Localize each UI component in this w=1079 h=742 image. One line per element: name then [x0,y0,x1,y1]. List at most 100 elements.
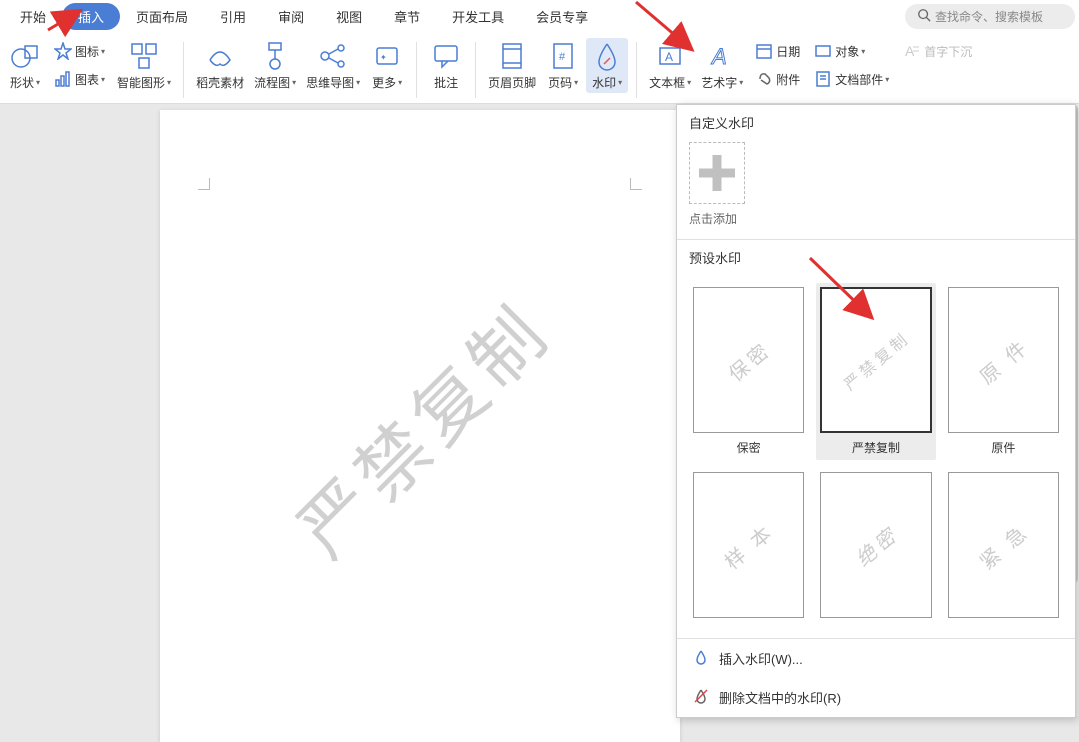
preset-label-0: 保密 [737,439,761,456]
object-icon [814,42,832,60]
add-watermark-label: 点击添加 [689,210,737,227]
flowchart-label: 流程图 [254,74,296,91]
preset-item-2[interactable]: 原 件 原件 [944,283,1063,460]
mindmap-icon [317,40,349,72]
custom-watermark-title: 自定义水印 [677,105,1075,138]
art-text-icon: A [706,40,738,72]
preset-label-1: 严禁复制 [852,439,900,456]
date-label: 日期 [776,43,800,60]
drop-cap-icon: A [903,42,921,60]
shape-label: 形状 [10,74,40,91]
insert-watermark-icon [693,649,709,668]
insert-watermark-label: 插入水印(W)... [719,649,803,668]
daoke-icon [204,40,236,72]
star-icon [54,42,72,60]
preset-item-5[interactable]: 紧 急 [944,468,1063,628]
tab-section[interactable]: 章节 [378,3,436,30]
watermark-dropdown: 自定义水印 点击添加 预设水印 保密 保密 严禁复制 严禁复制 原 件 原件 样… [676,104,1076,718]
daoke-button[interactable]: 稻壳素材 [192,38,248,93]
icon-button[interactable]: 图标 [48,38,111,64]
tabs-row: 开始 插入 页面布局 引用 审阅 视图 章节 开发工具 会员专享 查找命令、搜索… [0,0,1079,32]
preset-watermark-title: 预设水印 [677,240,1075,273]
document-watermark: 严禁复制 [270,276,571,577]
tab-review[interactable]: 审阅 [262,3,320,30]
daoke-label: 稻壳素材 [196,74,244,91]
remove-watermark-action[interactable]: 删除文档中的水印(R) [677,678,1075,717]
preset-item-3[interactable]: 样 本 [689,468,808,628]
search-box[interactable]: 查找命令、搜索模板 [905,4,1075,29]
tab-insert[interactable]: 插入 [62,3,120,30]
tab-member[interactable]: 会员专享 [520,3,604,30]
shape-icon [9,40,41,72]
more-icon: ✦ [371,40,403,72]
tab-view[interactable]: 视图 [320,3,378,30]
attachment-label: 附件 [776,71,800,88]
chart-icon [54,70,72,88]
tab-start[interactable]: 开始 [4,3,62,30]
watermark-icon [591,40,623,72]
tab-page-layout[interactable]: 页面布局 [120,3,204,30]
shape-button[interactable]: 形状 [4,38,46,93]
preset-item-4[interactable]: 绝密 [816,468,935,628]
page-number-label: 页码 [548,74,578,91]
icon-label: 图标 [75,43,105,60]
page-number-icon: # [547,40,579,72]
date-icon [755,42,773,60]
attachment-button[interactable]: 附件 [749,66,806,92]
drop-cap-button[interactable]: A 首字下沉 [897,38,978,64]
svg-text:✦: ✦ [380,53,387,62]
art-text-label: 艺术字 [701,74,743,91]
textbox-button[interactable]: A 文本框 [645,38,695,93]
page-number-button[interactable]: # 页码 [542,38,584,93]
smart-shape-icon [128,40,160,72]
preset-item-1[interactable]: 严禁复制 严禁复制 [816,283,935,460]
add-watermark-box[interactable] [689,142,745,204]
document-page[interactable]: 严禁复制 [160,110,680,742]
watermark-button[interactable]: 水印 [586,38,628,93]
header-footer-icon [496,40,528,72]
insert-watermark-action[interactable]: 插入水印(W)... [677,639,1075,678]
remove-watermark-label: 删除文档中的水印(R) [719,688,841,707]
svg-text:A: A [710,44,727,69]
object-button[interactable]: 对象 [808,38,895,64]
more-label: 更多 [372,74,402,91]
doc-parts-button[interactable]: 文档部件 [808,66,895,92]
page-margin-corner-tl [198,178,210,190]
page-margin-corner-tr [630,178,642,190]
doc-parts-icon [814,70,832,88]
remove-watermark-icon [693,688,709,707]
preset-item-0[interactable]: 保密 保密 [689,283,808,460]
textbox-icon: A [654,40,686,72]
annotate-label: 批注 [434,74,458,91]
tab-dev-tools[interactable]: 开发工具 [436,3,520,30]
watermark-label: 水印 [592,74,622,91]
smart-shape-label: 智能图形 [117,74,171,91]
preset-label-2: 原件 [991,439,1015,456]
preset-grid: 保密 保密 严禁复制 严禁复制 原 件 原件 样 本 绝密 紧 急 [677,273,1075,638]
chart-label: 图表 [75,71,105,88]
ribbon: 形状 图标 图表 智能图形 稻壳素材 流程图 思维导图 [0,32,1079,104]
mindmap-label: 思维导图 [306,74,360,91]
header-footer-label: 页眉页脚 [488,74,536,91]
annotate-icon [430,40,462,72]
search-icon [917,8,931,25]
doc-parts-label: 文档部件 [835,71,889,88]
search-placeholder: 查找命令、搜索模板 [935,8,1043,25]
more-button[interactable]: ✦ 更多 [366,38,408,93]
mindmap-button[interactable]: 思维导图 [302,38,364,93]
flowchart-icon [259,40,291,72]
attachment-icon [755,70,773,88]
tab-references[interactable]: 引用 [204,3,262,30]
flowchart-button[interactable]: 流程图 [250,38,300,93]
annotate-button[interactable]: 批注 [425,38,467,93]
date-button[interactable]: 日期 [749,38,806,64]
object-label: 对象 [835,43,865,60]
header-footer-button[interactable]: 页眉页脚 [484,38,540,93]
svg-text:A: A [665,50,673,64]
smart-shape-button[interactable]: 智能图形 [113,38,175,93]
textbox-label: 文本框 [649,74,691,91]
drop-cap-label: 首字下沉 [924,43,972,60]
art-text-button[interactable]: A 艺术字 [697,38,747,93]
chart-button[interactable]: 图表 [48,66,111,92]
svg-text:#: # [559,51,566,63]
